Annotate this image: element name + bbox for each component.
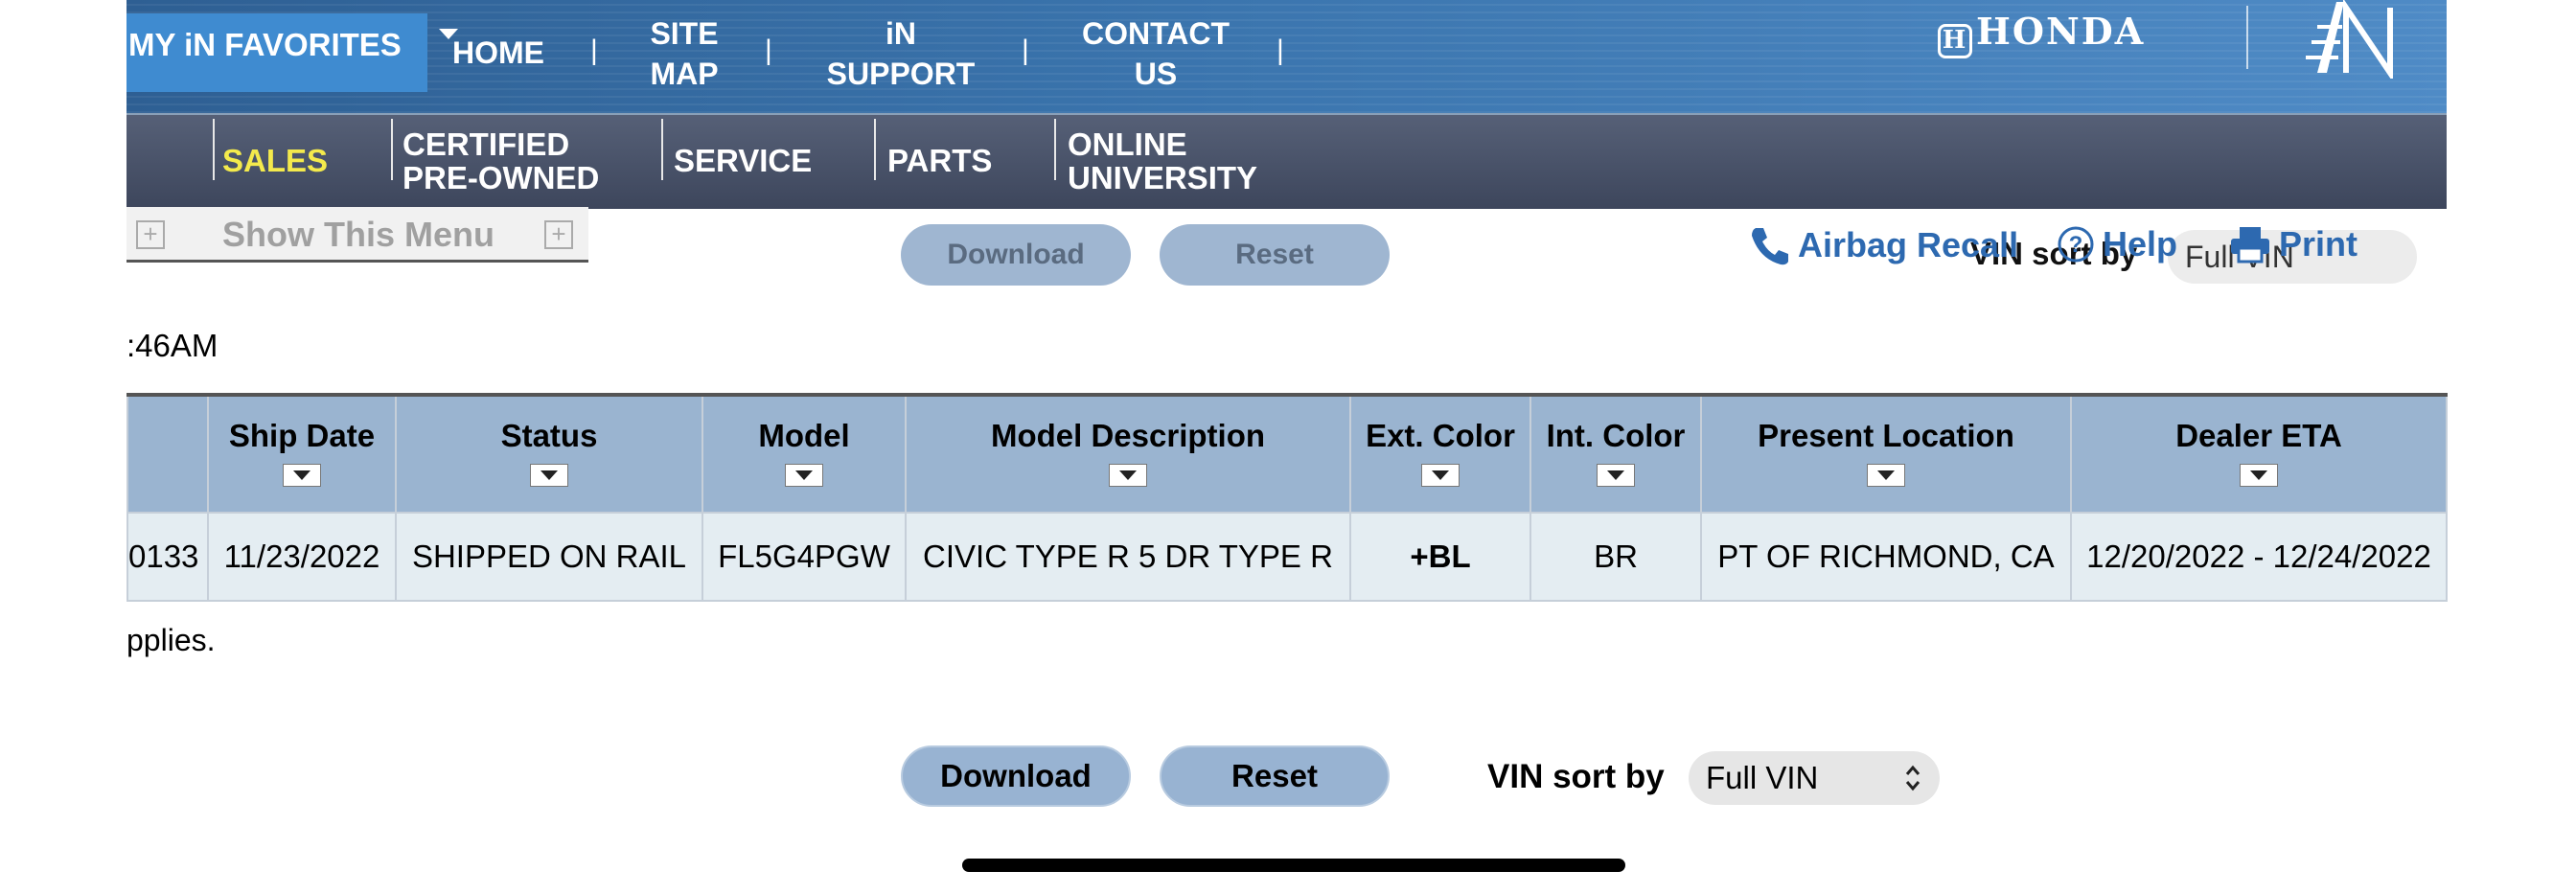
print-label: Print xyxy=(2279,224,2358,264)
honda-h-icon: H xyxy=(1938,24,1972,58)
footnote-text: pplies. xyxy=(126,623,216,657)
home-indicator[interactable] xyxy=(962,859,1625,872)
vin-sort-select[interactable]: Full VIN xyxy=(1689,751,1940,805)
cell-ext-color: +BL xyxy=(1349,512,1531,602)
nav-separator: | xyxy=(1276,34,1284,66)
cell-dealer-eta: 12/20/2022 - 12/24/2022 xyxy=(2070,512,2448,602)
show-this-menu-bar[interactable]: + Show This Menu + xyxy=(126,207,588,263)
table-header-row: Ship Date Status Model Model Description… xyxy=(126,393,2448,514)
cell-int-color: BR xyxy=(1530,512,1702,602)
sort-dropdown-icon[interactable] xyxy=(1421,464,1460,487)
help-label: Help xyxy=(2103,224,2178,264)
column-header-present-location: Present Location xyxy=(1700,393,2072,514)
subnav-separator xyxy=(661,119,663,180)
expand-plus-icon[interactable]: + xyxy=(136,220,165,249)
help-icon: ? xyxy=(2058,226,2094,263)
sort-dropdown-icon[interactable] xyxy=(1109,464,1147,487)
ghost-reset-button: Reset xyxy=(1160,224,1390,286)
subnav-separator xyxy=(1054,119,1056,180)
column-header-ship-date: Ship Date xyxy=(207,393,397,514)
cell-model-description: CIVIC TYPE R 5 DR TYPE R xyxy=(905,512,1351,602)
nav-separator: | xyxy=(765,34,772,66)
nav-site-map[interactable]: SITE MAP xyxy=(636,13,732,94)
column-header-vin xyxy=(126,393,209,514)
vin-sort-label: VIN sort by xyxy=(1487,758,1665,795)
column-header-model: Model xyxy=(702,393,907,514)
subnav-service[interactable]: SERVICE xyxy=(674,144,812,177)
expand-plus-icon[interactable]: + xyxy=(544,220,573,249)
subnav-separator xyxy=(213,119,215,180)
subnav-parts[interactable]: PARTS xyxy=(887,144,992,177)
table-row: 0133 11/23/2022 SHIPPED ON RAIL FL5G4PGW… xyxy=(126,512,2448,602)
column-header-model-description: Model Description xyxy=(905,393,1351,514)
column-header-int-color: Int. Color xyxy=(1530,393,1702,514)
sort-dropdown-icon[interactable] xyxy=(1597,464,1635,487)
subnav-certified-pre-owned[interactable]: CERTIFIED PRE-OWNED xyxy=(402,127,599,195)
nav-home[interactable]: HOME xyxy=(450,33,546,73)
phone-icon xyxy=(1752,228,1788,265)
airbag-recall-label: Airbag Recall xyxy=(1798,225,2019,264)
cell-model: FL5G4PGW xyxy=(702,512,907,602)
show-this-menu-label: Show This Menu xyxy=(222,215,494,254)
nav-in-support[interactable]: iN SUPPORT xyxy=(816,13,985,94)
cell-vin: 0133 xyxy=(126,512,209,602)
column-header-ext-color: Ext. Color xyxy=(1349,393,1531,514)
svg-text:?: ? xyxy=(2069,232,2083,258)
logo-divider xyxy=(2246,6,2248,69)
column-header-dealer-eta: Dealer ETA xyxy=(2070,393,2448,514)
print-link[interactable]: Print xyxy=(2229,224,2358,264)
printer-icon xyxy=(2231,227,2269,264)
nav-separator: | xyxy=(590,34,598,66)
sort-dropdown-icon[interactable] xyxy=(785,464,823,487)
report-timestamp: :46AM xyxy=(126,328,218,363)
nav-separator: | xyxy=(1022,34,1029,66)
nav-contact-us[interactable]: CONTACT US xyxy=(1068,13,1244,94)
help-link[interactable]: ? Help xyxy=(2057,224,2177,264)
airbag-recall-link[interactable]: Airbag Recall xyxy=(1748,224,2018,266)
updown-chevron-icon xyxy=(1905,765,1920,791)
sort-dropdown-icon[interactable] xyxy=(2240,464,2278,487)
cell-ship-date: 11/23/2022 xyxy=(207,512,397,602)
column-header-status: Status xyxy=(395,393,703,514)
subnav-online-university[interactable]: ONLINE UNIVERSITY xyxy=(1068,127,1257,195)
subnav-separator xyxy=(874,119,876,180)
interactive-network-logo-icon xyxy=(2306,0,2393,79)
vehicle-table: Ship Date Status Model Model Description… xyxy=(126,393,2448,602)
subnav-sales[interactable]: SALES xyxy=(222,144,328,177)
ghost-download-button: Download xyxy=(901,224,1131,286)
subnav-separator xyxy=(391,119,393,180)
sort-dropdown-icon[interactable] xyxy=(530,464,568,487)
reset-button[interactable]: Reset xyxy=(1160,745,1390,807)
cell-status: SHIPPED ON RAIL xyxy=(395,512,703,602)
honda-logo: H HONDA xyxy=(1938,10,2145,58)
vin-sort-value: Full VIN xyxy=(1706,760,1819,795)
download-button[interactable]: Download xyxy=(901,745,1131,807)
sort-dropdown-icon[interactable] xyxy=(1867,464,1905,487)
sort-dropdown-icon[interactable] xyxy=(283,464,321,487)
my-in-favorites-button[interactable]: MY iN FAVORITES xyxy=(126,13,427,92)
cell-present-location: PT OF RICHMOND, CA xyxy=(1700,512,2072,602)
